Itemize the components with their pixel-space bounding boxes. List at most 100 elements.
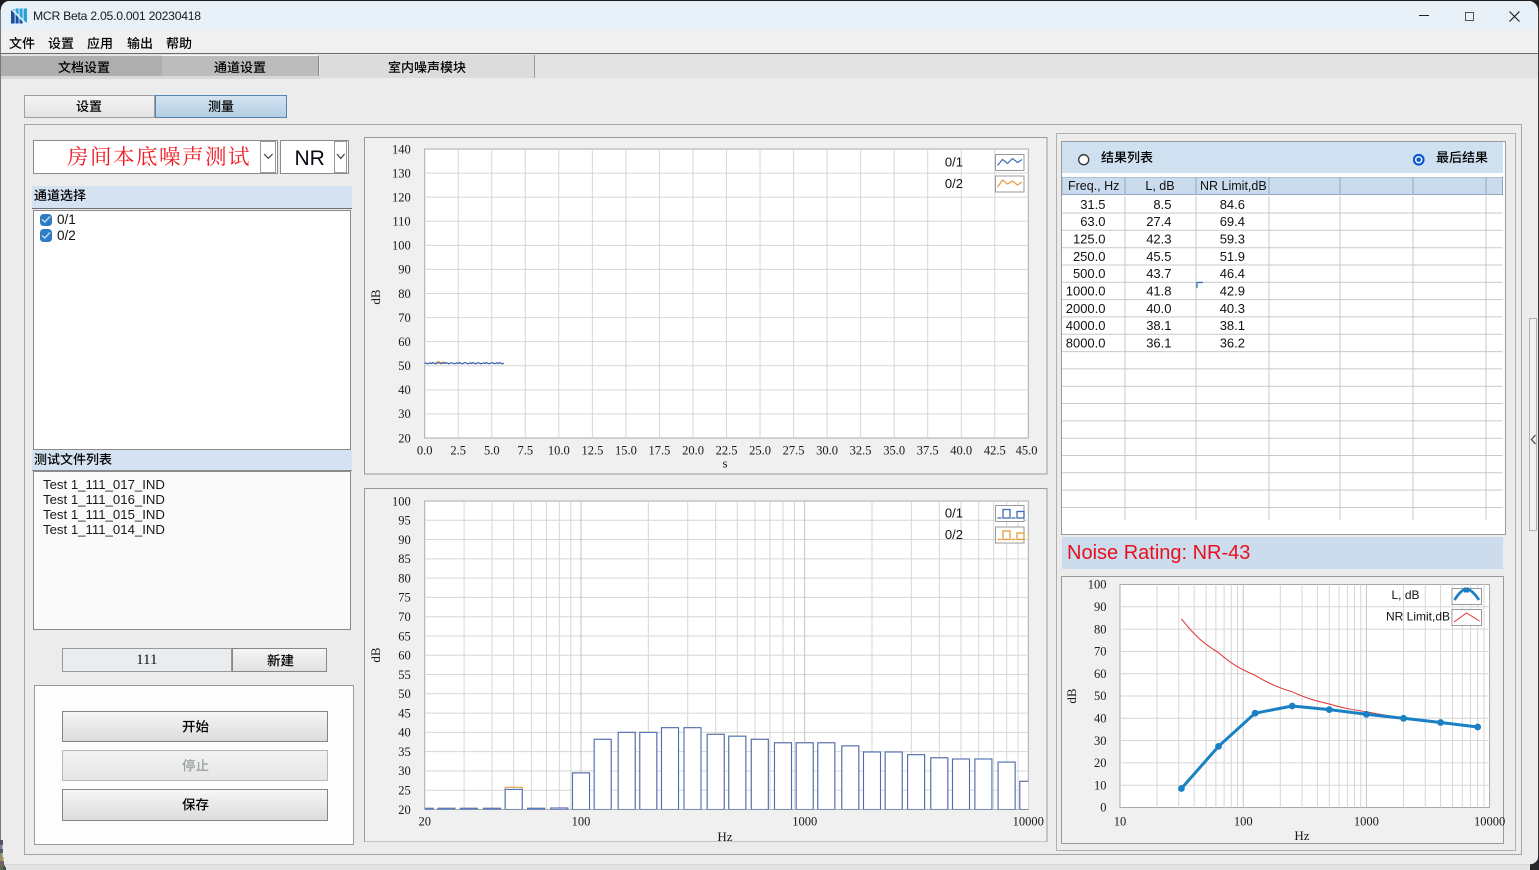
svg-text:35: 35 [398, 745, 411, 759]
svg-text:20: 20 [1094, 756, 1107, 770]
svg-text:55: 55 [398, 667, 411, 681]
svg-text:59.3: 59.3 [1220, 231, 1245, 246]
svg-text:4000.0: 4000.0 [1066, 318, 1106, 333]
svg-text:2000.0: 2000.0 [1066, 300, 1106, 315]
svg-text:L, dB: L, dB [1145, 179, 1174, 193]
svg-text:45: 45 [398, 706, 411, 720]
svg-text:70: 70 [398, 311, 411, 325]
svg-text:10000: 10000 [1013, 814, 1044, 828]
svg-text:60: 60 [1094, 667, 1107, 681]
svg-text:36.1: 36.1 [1146, 335, 1171, 350]
svg-text:27.4: 27.4 [1146, 214, 1171, 229]
svg-text:1000: 1000 [792, 814, 817, 828]
svg-text:Freq., Hz: Freq., Hz [1068, 179, 1119, 193]
svg-text:110: 110 [392, 215, 410, 229]
svg-text:0/1: 0/1 [945, 505, 963, 520]
svg-text:27.5: 27.5 [783, 443, 805, 457]
svg-text:100: 100 [1234, 815, 1253, 829]
svg-text:80: 80 [398, 571, 411, 585]
svg-text:36.2: 36.2 [1220, 335, 1245, 350]
svg-text:40.0: 40.0 [1146, 300, 1171, 315]
svg-text:80: 80 [398, 287, 411, 301]
svg-text:45.0: 45.0 [1016, 443, 1038, 457]
svg-text:85: 85 [398, 552, 411, 566]
svg-text:15.0: 15.0 [615, 443, 637, 457]
svg-text:dB: dB [1064, 688, 1079, 704]
svg-text:100: 100 [1088, 578, 1107, 592]
svg-text:25: 25 [398, 783, 411, 797]
svg-text:37.5: 37.5 [917, 443, 939, 457]
svg-text:63.0: 63.0 [1080, 214, 1105, 229]
svg-text:5.0: 5.0 [484, 443, 500, 457]
svg-text:20: 20 [398, 802, 411, 816]
svg-text:L, dB: L, dB [1392, 588, 1420, 602]
svg-text:NR Limit,dB: NR Limit,dB [1386, 610, 1450, 624]
svg-text:84.6: 84.6 [1220, 196, 1245, 211]
svg-text:500.0: 500.0 [1073, 266, 1106, 281]
svg-text:30: 30 [1094, 734, 1107, 748]
svg-text:10000: 10000 [1474, 815, 1505, 829]
svg-text:25.0: 25.0 [749, 443, 771, 457]
svg-text:dB: dB [368, 647, 383, 663]
svg-text:42.9: 42.9 [1220, 283, 1245, 298]
svg-text:8.5: 8.5 [1153, 196, 1171, 211]
svg-text:Hz: Hz [717, 829, 732, 843]
svg-text:250.0: 250.0 [1073, 248, 1106, 263]
svg-text:41.8: 41.8 [1146, 283, 1171, 298]
svg-text:0: 0 [1100, 801, 1106, 815]
svg-text:140: 140 [392, 142, 411, 156]
svg-text:32.5: 32.5 [850, 443, 872, 457]
svg-text:s: s [722, 456, 727, 471]
svg-text:20.0: 20.0 [682, 443, 704, 457]
svg-text:38.1: 38.1 [1220, 318, 1245, 333]
svg-text:50: 50 [398, 359, 411, 373]
svg-text:NR Limit,dB: NR Limit,dB [1200, 179, 1267, 193]
svg-text:40: 40 [1094, 712, 1107, 726]
svg-text:125.0: 125.0 [1073, 231, 1106, 246]
svg-text:45.5: 45.5 [1146, 248, 1171, 263]
svg-text:0.0: 0.0 [417, 443, 433, 457]
svg-text:50: 50 [398, 687, 411, 701]
svg-text:30.0: 30.0 [816, 443, 838, 457]
svg-text:7.5: 7.5 [517, 443, 533, 457]
svg-text:75: 75 [398, 590, 411, 604]
svg-text:90: 90 [398, 263, 411, 277]
svg-text:42.3: 42.3 [1146, 231, 1171, 246]
svg-text:10: 10 [1114, 815, 1127, 829]
svg-text:20: 20 [398, 431, 411, 445]
svg-text:65: 65 [398, 629, 411, 643]
svg-text:40: 40 [398, 383, 411, 397]
svg-text:42.5: 42.5 [984, 443, 1006, 457]
svg-text:38.1: 38.1 [1146, 318, 1171, 333]
svg-text:70: 70 [1094, 645, 1107, 659]
svg-text:35.0: 35.0 [883, 443, 905, 457]
svg-text:40.3: 40.3 [1220, 300, 1245, 315]
svg-text:51.9: 51.9 [1220, 248, 1245, 263]
svg-text:100: 100 [392, 494, 411, 508]
svg-text:43.7: 43.7 [1146, 266, 1171, 281]
svg-text:1000.0: 1000.0 [1066, 283, 1106, 298]
svg-text:100: 100 [572, 814, 591, 828]
svg-text:30: 30 [398, 407, 411, 421]
svg-text:70: 70 [398, 610, 411, 624]
svg-text:95: 95 [398, 513, 411, 527]
svg-text:130: 130 [392, 166, 411, 180]
svg-text:10: 10 [1094, 778, 1107, 792]
svg-text:Hz: Hz [1294, 828, 1309, 843]
svg-text:17.5: 17.5 [648, 443, 670, 457]
svg-text:8000.0: 8000.0 [1066, 335, 1106, 350]
svg-text:10.0: 10.0 [548, 443, 570, 457]
svg-text:60: 60 [398, 335, 411, 349]
svg-text:30: 30 [398, 764, 411, 778]
svg-text:46.4: 46.4 [1220, 266, 1245, 281]
svg-text:20: 20 [418, 814, 431, 828]
svg-text:2.5: 2.5 [450, 443, 466, 457]
svg-text:50: 50 [1094, 689, 1107, 703]
svg-text:0/2: 0/2 [945, 527, 963, 542]
svg-text:69.4: 69.4 [1220, 214, 1245, 229]
svg-text:dB: dB [368, 289, 383, 305]
svg-text:40: 40 [398, 725, 411, 739]
svg-text:90: 90 [398, 532, 411, 546]
svg-text:31.5: 31.5 [1080, 196, 1105, 211]
svg-text:0/2: 0/2 [945, 176, 963, 191]
